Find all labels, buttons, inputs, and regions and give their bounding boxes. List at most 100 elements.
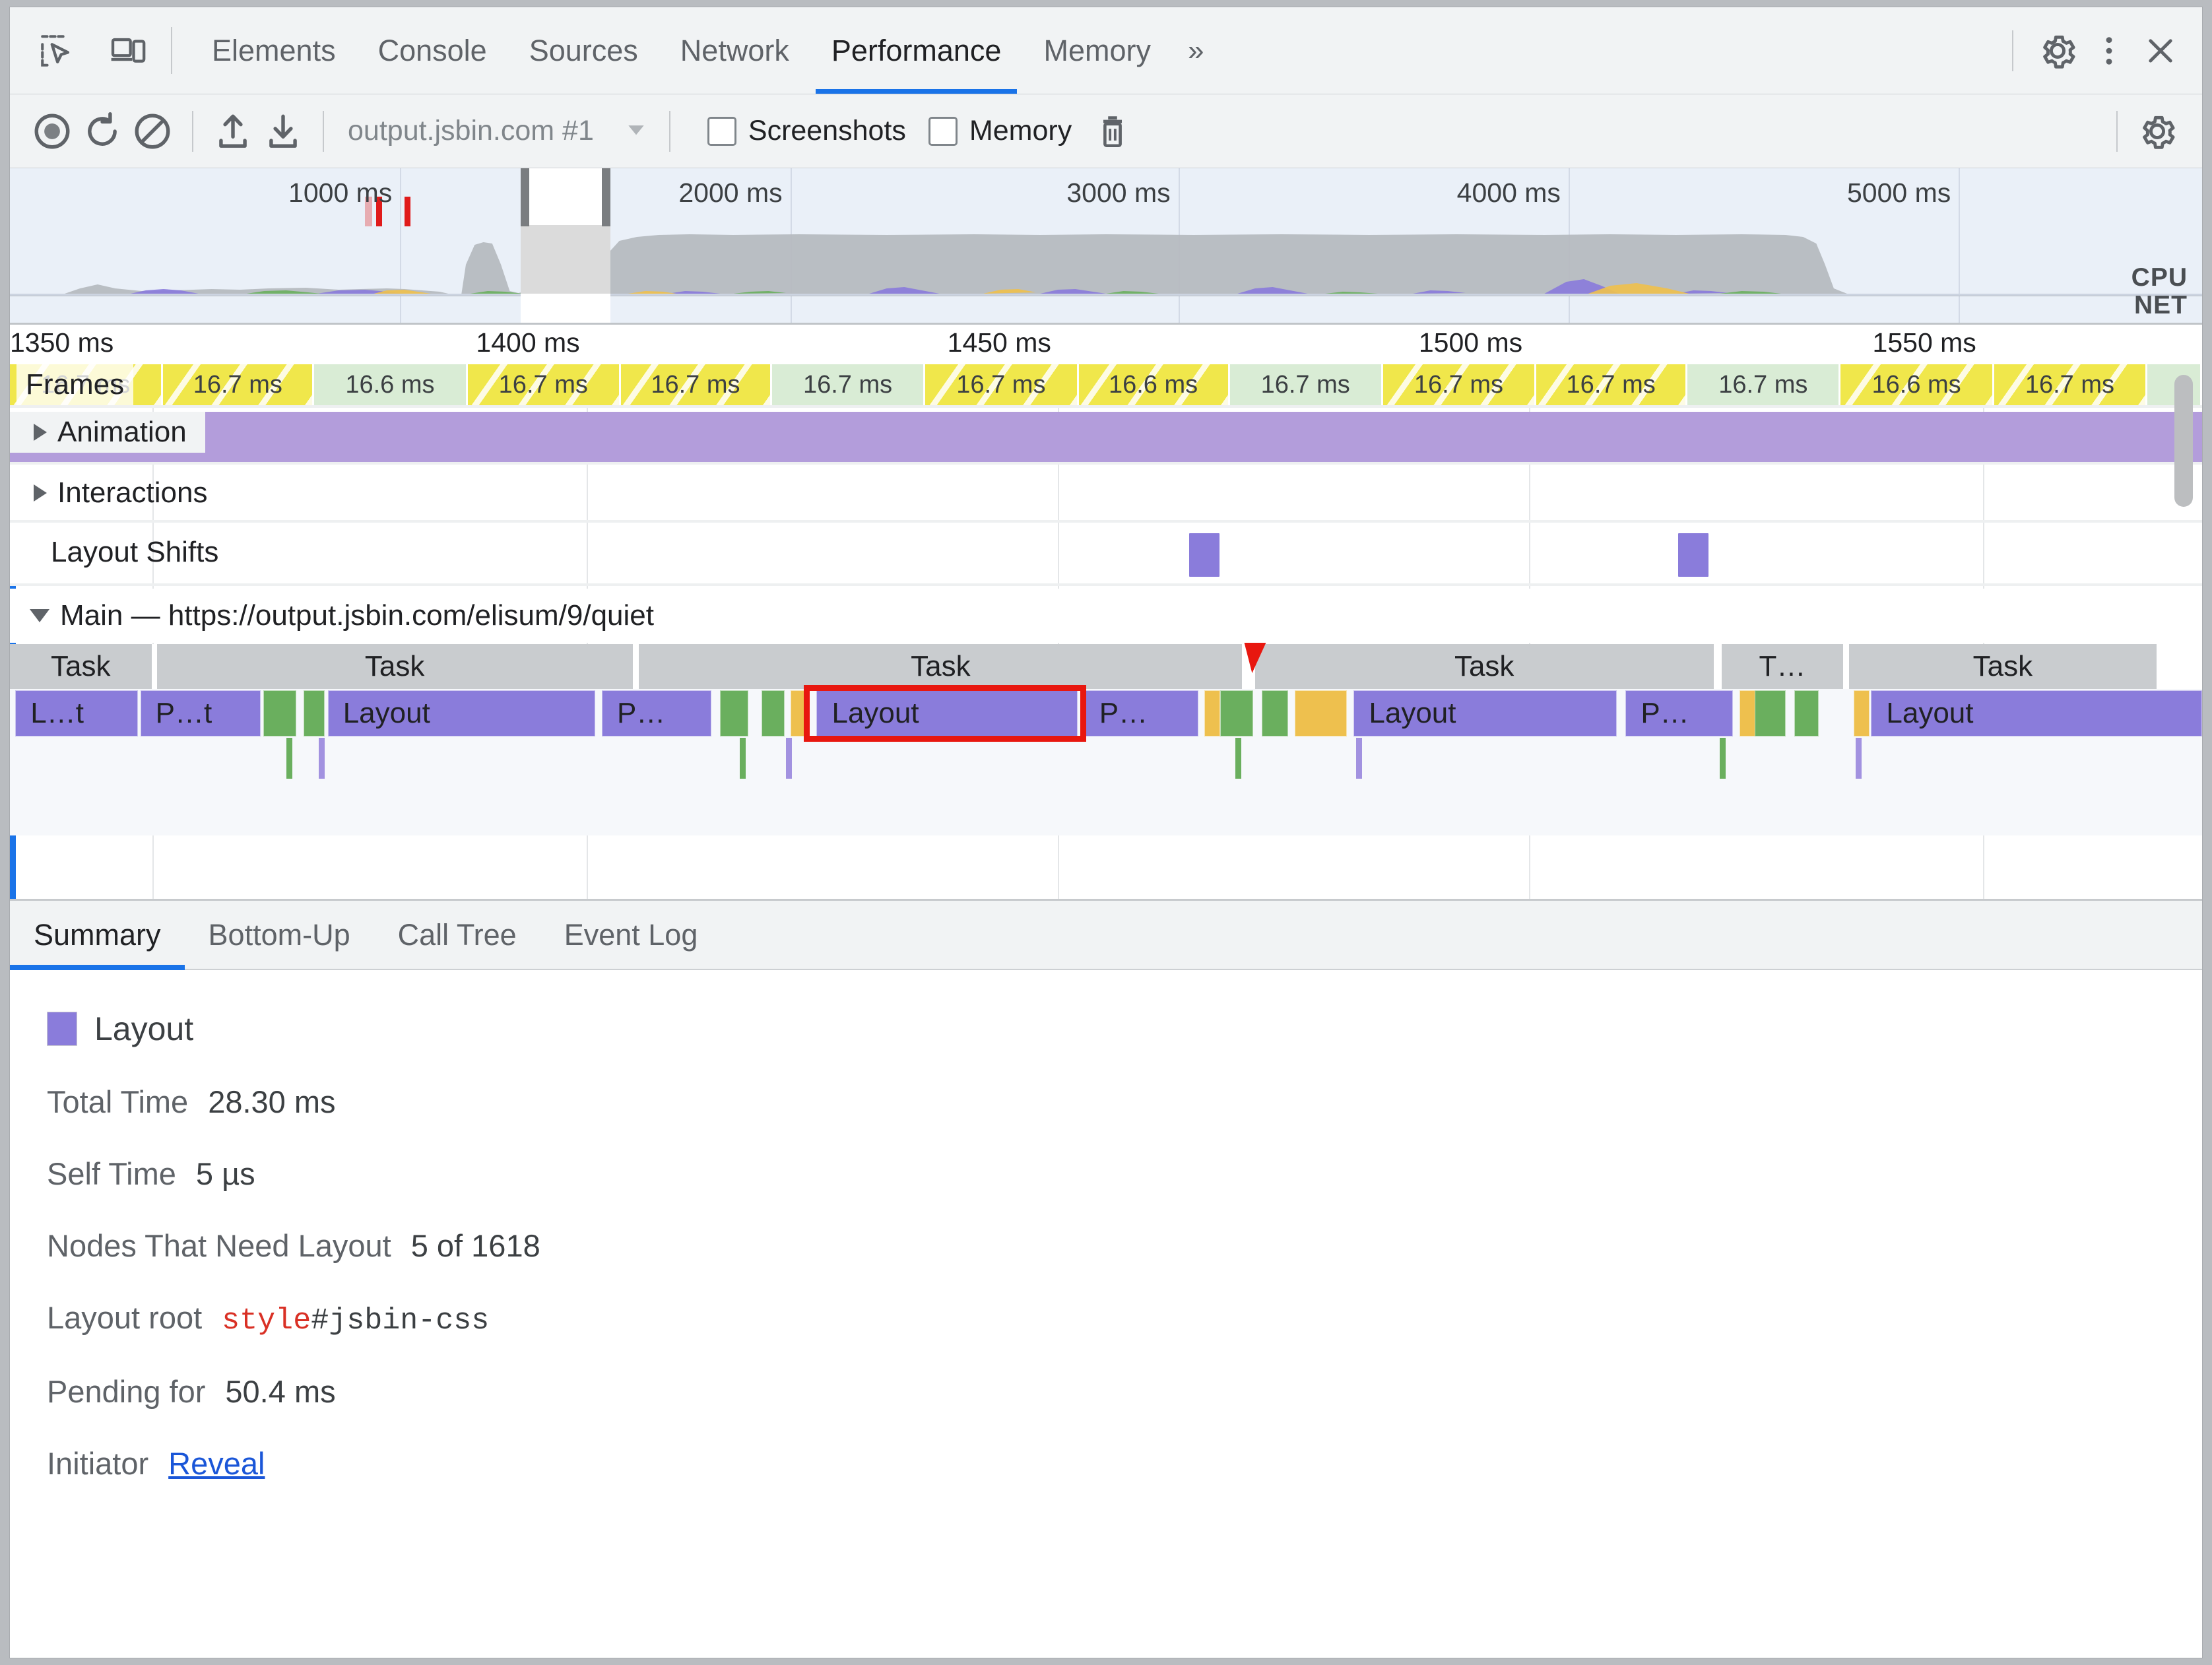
task-block[interactable]: Task [156,644,635,689]
tab-sources[interactable]: Sources [508,7,659,94]
main-track-header[interactable]: Main — https://output.jsbin.com/elisum/9… [10,589,2202,643]
task-block[interactable]: Task [1254,644,1716,689]
frame-item[interactable]: 16.7 ms [1687,364,1841,405]
frames-track[interactable]: 16.7 ms 16.7 ms 16.6 ms 16.7 ms 16.7 ms … [10,364,2202,405]
flame-event[interactable] [1204,690,1221,736]
total-time-label: Total Time [47,1084,189,1119]
flame-event-tick[interactable] [740,738,746,779]
initiator-reveal-link[interactable]: Reveal [168,1445,265,1482]
capture-settings-gear-icon[interactable] [2132,106,2182,156]
flame-event[interactable] [720,690,749,736]
flame-event[interactable] [304,690,325,736]
flame-event[interactable]: P…t [140,690,261,736]
flame-event[interactable] [762,690,785,736]
main-track-label: Main — https://output.jsbin.com/elisum/9… [60,599,654,632]
flame-event[interactable] [1220,690,1253,736]
timeline-tracks[interactable]: 16.7 ms 16.7 ms 16.6 ms 16.7 ms 16.7 ms … [10,364,2202,899]
tab-summary[interactable]: Summary [10,901,185,970]
frame-item[interactable]: 16.7 ms [1382,364,1537,405]
interactions-track[interactable]: Interactions [10,467,2202,520]
flame-event[interactable] [1294,690,1348,736]
tab-call-tree[interactable]: Call Tree [374,901,540,969]
flame-event-tick[interactable] [1720,738,1726,779]
more-tabs-icon[interactable]: » [1172,7,1220,94]
task-block[interactable]: Task [639,644,1245,689]
flame-event[interactable] [263,690,296,736]
flame-event[interactable] [1755,690,1786,736]
timeline-overview[interactable]: CPU NET 1000 ms 2000 ms 3000 ms 4000 ms … [10,168,2202,325]
session-dropdown-icon[interactable] [623,116,649,146]
memory-checkbox-box [928,116,958,146]
flame-event[interactable]: P… [1084,690,1198,736]
frame-item[interactable]: 16.7 ms [1229,364,1383,405]
flame-event[interactable] [1853,690,1870,736]
frame-item[interactable]: 16.7 ms [1536,364,1688,405]
flamechart-row-1: L…t P…t Layout P… Layout P… Layout P… La… [10,690,2202,736]
flame-event-tick[interactable] [286,738,292,779]
flame-event[interactable]: P… [601,690,712,736]
frame-item[interactable]: 16.7 ms [620,364,772,405]
layout-root-tag: style [222,1304,311,1338]
more-options-icon[interactable] [2085,26,2133,75]
tab-event-log[interactable]: Event Log [540,901,722,969]
task-block[interactable]: T… [1722,644,1845,689]
inspect-element-icon[interactable] [32,26,81,75]
frame-item[interactable]: 16.7 ms [163,364,315,405]
settings-gear-icon[interactable] [2033,26,2082,75]
frame-item[interactable]: 16.7 ms [771,364,926,405]
selection-handle-right[interactable] [601,168,610,226]
flame-event[interactable]: Layout [1871,690,2202,736]
save-profile-icon[interactable] [258,106,308,156]
close-devtools-icon[interactable] [2136,26,2185,75]
task-block[interactable]: Task [1849,644,2159,689]
flame-event-tick[interactable] [1235,738,1241,779]
frame-item[interactable]: 16.7 ms [1994,364,2148,405]
layout-shift-marker[interactable] [1678,533,1709,577]
flame-event-tick[interactable] [1355,738,1362,779]
frame-item[interactable]: 16.6 ms [1840,364,1994,405]
tab-bottom-up[interactable]: Bottom-Up [185,901,374,969]
frame-item[interactable]: 16.7 ms [467,364,621,405]
layout-shifts-track[interactable]: Layout Shifts [10,525,2202,583]
track-separator [10,405,2202,408]
animation-track[interactable]: Animation [10,412,2202,462]
layout-shift-marker[interactable] [1189,533,1220,577]
session-name[interactable]: output.jsbin.com #1 [339,115,603,147]
frame-item[interactable]: 16.7 ms [925,364,1079,405]
animation-track-label[interactable]: Animation [10,412,205,453]
flame-event[interactable] [1794,690,1819,736]
flame-event-tick[interactable] [319,738,325,779]
trash-icon[interactable] [1088,106,1138,156]
load-profile-icon[interactable] [208,106,258,156]
record-reload-button[interactable] [77,106,127,156]
flame-event[interactable] [790,690,809,736]
flame-event-selected[interactable]: Layout [816,690,1078,736]
memory-checkbox[interactable]: Memory [928,115,1072,147]
task-block[interactable]: Task [10,644,154,689]
clear-recording-button[interactable] [127,106,178,156]
flame-event-tick[interactable] [1856,738,1862,779]
interactions-track-label[interactable]: Interactions [10,473,226,513]
frame-item[interactable]: 16.6 ms [314,364,468,405]
tab-elements[interactable]: Elements [191,7,357,94]
layout-root-value[interactable]: style#jsbin-css [222,1304,489,1338]
tab-performance[interactable]: Performance [810,7,1023,94]
frame-item[interactable]: 16.6 ms [1078,364,1230,405]
flame-event[interactable]: L…t [15,690,139,736]
tab-console[interactable]: Console [357,7,508,94]
flame-event[interactable] [1261,690,1288,736]
flame-event[interactable] [1740,690,1756,736]
record-button[interactable] [27,106,77,156]
layout-shifts-track-label[interactable]: Layout Shifts [10,532,237,573]
tracks-scrollbar[interactable] [2174,375,2193,507]
flame-event-tick[interactable] [785,738,792,779]
screenshots-checkbox[interactable]: Screenshots [707,115,906,147]
device-toolbar-icon[interactable] [104,26,152,75]
tab-network[interactable]: Network [659,7,810,94]
selection-handle-left[interactable] [521,168,530,226]
animation-band[interactable] [10,412,2202,462]
flame-event[interactable]: Layout [1353,690,1617,736]
flame-event[interactable]: P… [1625,690,1734,736]
tab-memory[interactable]: Memory [1022,7,1172,94]
flame-event[interactable]: Layout [327,690,595,736]
